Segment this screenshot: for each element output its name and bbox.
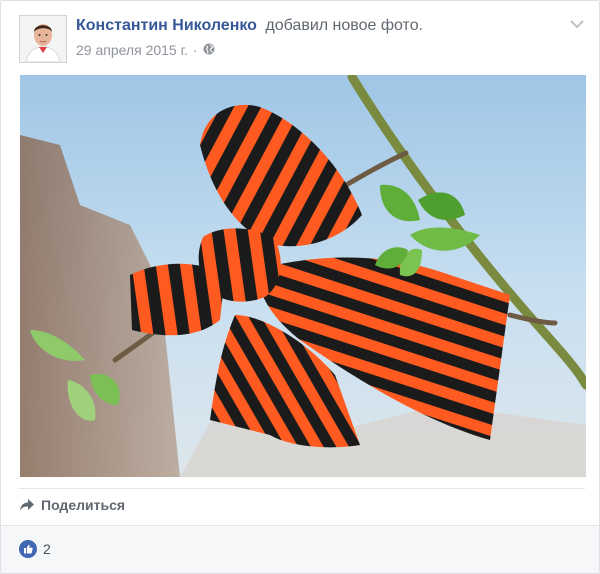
- ribbon-photo-image: [20, 75, 586, 477]
- chevron-down-icon[interactable]: [569, 17, 585, 29]
- like-count[interactable]: 2: [19, 540, 51, 558]
- share-button[interactable]: Поделиться: [19, 497, 125, 513]
- post-meta: 29 апреля 2015 г. ·: [76, 42, 215, 58]
- meta-separator: ·: [192, 42, 198, 58]
- post-photo[interactable]: [20, 75, 586, 477]
- post-action-text: добавил новое фото.: [265, 17, 424, 34]
- share-label: Поделиться: [41, 497, 126, 513]
- post-date[interactable]: 29 апреля 2015 г.: [76, 42, 188, 58]
- author-name[interactable]: Константин Николенко: [76, 17, 257, 34]
- avatar[interactable]: [19, 15, 67, 63]
- post-header: Константин Николенко добавил новое фото.: [76, 17, 423, 35]
- post-card: Константин Николенко добавил новое фото.…: [0, 0, 600, 574]
- share-arrow-icon: [20, 499, 34, 511]
- thumbs-up-icon: [19, 540, 37, 558]
- like-count-value: 2: [43, 541, 51, 557]
- actions-divider: [19, 488, 585, 489]
- globe-icon[interactable]: [203, 42, 215, 58]
- avatar-image: [20, 16, 66, 62]
- reactions-bar: 2: [1, 525, 599, 573]
